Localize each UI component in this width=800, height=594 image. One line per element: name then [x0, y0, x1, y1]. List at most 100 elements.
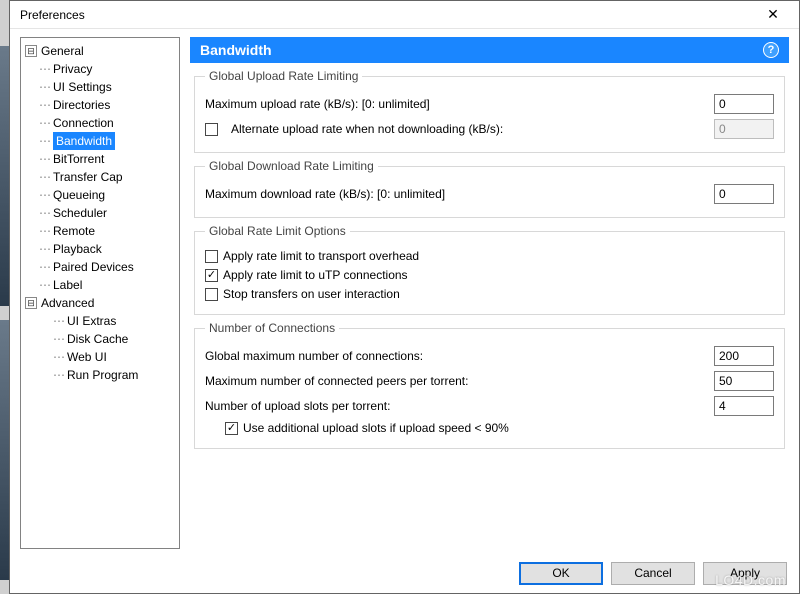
tree-item-queueing[interactable]: ⋯Queueing: [23, 186, 177, 204]
tree-item-ui-settings[interactable]: ⋯UI Settings: [23, 78, 177, 96]
tree-item-bittorrent[interactable]: ⋯BitTorrent: [23, 150, 177, 168]
tree-item-bandwidth[interactable]: ⋯Bandwidth: [23, 132, 177, 150]
tree-item-transfer-cap[interactable]: ⋯Transfer Cap: [23, 168, 177, 186]
label-utp: Apply rate limit to uTP connections: [223, 268, 408, 282]
panel-header: Bandwidth ?: [190, 37, 789, 63]
tree-item-playback[interactable]: ⋯Playback: [23, 240, 177, 258]
group-legend: Global Upload Rate Limiting: [205, 69, 362, 83]
collapse-icon[interactable]: ⊟: [25, 297, 37, 309]
tree-item-remote[interactable]: ⋯Remote: [23, 222, 177, 240]
tree-dash-icon: ⋯: [39, 258, 49, 276]
apply-button[interactable]: Apply: [703, 562, 787, 585]
input-max-upload[interactable]: [714, 94, 774, 114]
dialog-body: ⊟ General ⋯Privacy ⋯UI Settings ⋯Directo…: [10, 29, 799, 553]
tree-dash-icon: ⋯: [39, 114, 49, 132]
dialog-footer: OK Cancel Apply: [10, 553, 799, 593]
ok-button[interactable]: OK: [519, 562, 603, 585]
label-slots: Number of upload slots per torrent:: [205, 399, 706, 413]
checkbox-utp[interactable]: [205, 269, 218, 282]
label-stop: Stop transfers on user interaction: [223, 287, 400, 301]
titlebar: Preferences ✕: [10, 1, 799, 29]
tree-label: BitTorrent: [53, 150, 104, 168]
label-global-conn: Global maximum number of connections:: [205, 349, 706, 363]
tree-item-run-program[interactable]: ⋯Run Program: [23, 366, 177, 384]
tree-item-disk-cache[interactable]: ⋯Disk Cache: [23, 330, 177, 348]
tree-label: Transfer Cap: [53, 168, 123, 186]
row-stop: Stop transfers on user interaction: [205, 287, 774, 301]
window-title: Preferences: [20, 8, 753, 22]
tree-label: Playback: [53, 240, 102, 258]
input-slots[interactable]: [714, 396, 774, 416]
tree-dash-icon: ⋯: [39, 186, 49, 204]
tree-item-advanced[interactable]: ⊟ Advanced: [23, 294, 177, 312]
tree-item-label[interactable]: ⋯Label: [23, 276, 177, 294]
tree-label: Run Program: [67, 366, 138, 384]
checkbox-alt-upload[interactable]: [205, 123, 218, 136]
tree-item-ui-extras[interactable]: ⋯UI Extras: [23, 312, 177, 330]
tree-item-scheduler[interactable]: ⋯Scheduler: [23, 204, 177, 222]
label-max-upload: Maximum upload rate (kB/s): [0: unlimite…: [205, 97, 706, 111]
tree-item-paired-devices[interactable]: ⋯Paired Devices: [23, 258, 177, 276]
tree-label: Directories: [53, 96, 110, 114]
group-legend: Global Download Rate Limiting: [205, 159, 378, 173]
tree-label: Queueing: [53, 186, 105, 204]
tree-dash-icon: ⋯: [39, 132, 49, 150]
input-peers[interactable]: [714, 371, 774, 391]
tree-dash-icon: ⋯: [39, 60, 49, 78]
group-legend: Global Rate Limit Options: [205, 224, 350, 238]
label-alt-upload: Alternate upload rate when not downloadi…: [231, 122, 706, 136]
settings-panel: Bandwidth ? Global Upload Rate Limiting …: [190, 37, 789, 549]
panel-title: Bandwidth: [200, 42, 763, 58]
tree-dash-icon: ⋯: [39, 204, 49, 222]
tree-item-general[interactable]: ⊟ General: [23, 42, 177, 60]
tree-label: Web UI: [67, 348, 107, 366]
input-global-conn[interactable]: [714, 346, 774, 366]
row-max-upload: Maximum upload rate (kB/s): [0: unlimite…: [205, 94, 774, 114]
tree-item-directories[interactable]: ⋯Directories: [23, 96, 177, 114]
collapse-icon[interactable]: ⊟: [25, 45, 37, 57]
tree-label: Disk Cache: [67, 330, 128, 348]
tree-dash-icon: ⋯: [53, 366, 63, 384]
panel-body: Global Upload Rate Limiting Maximum uplo…: [190, 63, 789, 549]
preferences-dialog: Preferences ✕ ⊟ General ⋯Privacy ⋯UI Set…: [9, 0, 800, 594]
label-peers: Maximum number of connected peers per to…: [205, 374, 706, 388]
row-global-conn: Global maximum number of connections:: [205, 346, 774, 366]
label-add-slots: Use additional upload slots if upload sp…: [243, 421, 509, 435]
tree-item-connection[interactable]: ⋯Connection: [23, 114, 177, 132]
tree-label: Remote: [53, 222, 95, 240]
group-connections: Number of Connections Global maximum num…: [194, 321, 785, 449]
bg-strip: [0, 46, 9, 306]
tree-dash-icon: ⋯: [53, 312, 63, 330]
row-add-slots: Use additional upload slots if upload sp…: [225, 421, 774, 435]
checkbox-stop[interactable]: [205, 288, 218, 301]
close-button[interactable]: ✕: [753, 3, 793, 27]
category-tree[interactable]: ⊟ General ⋯Privacy ⋯UI Settings ⋯Directo…: [20, 37, 180, 549]
group-legend: Number of Connections: [205, 321, 339, 335]
input-alt-upload: [714, 119, 774, 139]
tree-dash-icon: ⋯: [39, 78, 49, 96]
close-icon: ✕: [767, 6, 779, 23]
row-slots: Number of upload slots per torrent:: [205, 396, 774, 416]
group-rate-options: Global Rate Limit Options Apply rate lim…: [194, 224, 785, 315]
bg-strip: [0, 320, 9, 580]
input-max-download[interactable]: [714, 184, 774, 204]
tree-item-web-ui[interactable]: ⋯Web UI: [23, 348, 177, 366]
tree-dash-icon: ⋯: [39, 222, 49, 240]
tree-label: UI Extras: [67, 312, 116, 330]
checkbox-overhead[interactable]: [205, 250, 218, 263]
tree-dash-icon: ⋯: [39, 96, 49, 114]
row-max-download: Maximum download rate (kB/s): [0: unlimi…: [205, 184, 774, 204]
tree-item-privacy[interactable]: ⋯Privacy: [23, 60, 177, 78]
checkbox-add-slots[interactable]: [225, 422, 238, 435]
tree-label: Privacy: [53, 60, 92, 78]
tree-label: Connection: [53, 114, 114, 132]
tree-label: Scheduler: [53, 204, 107, 222]
row-peers: Maximum number of connected peers per to…: [205, 371, 774, 391]
row-utp: Apply rate limit to uTP connections: [205, 268, 774, 282]
tree-dash-icon: ⋯: [39, 276, 49, 294]
help-icon[interactable]: ?: [763, 42, 779, 58]
tree-label: UI Settings: [53, 78, 112, 96]
label-max-download: Maximum download rate (kB/s): [0: unlimi…: [205, 187, 706, 201]
cancel-button[interactable]: Cancel: [611, 562, 695, 585]
tree-label: General: [41, 42, 84, 60]
